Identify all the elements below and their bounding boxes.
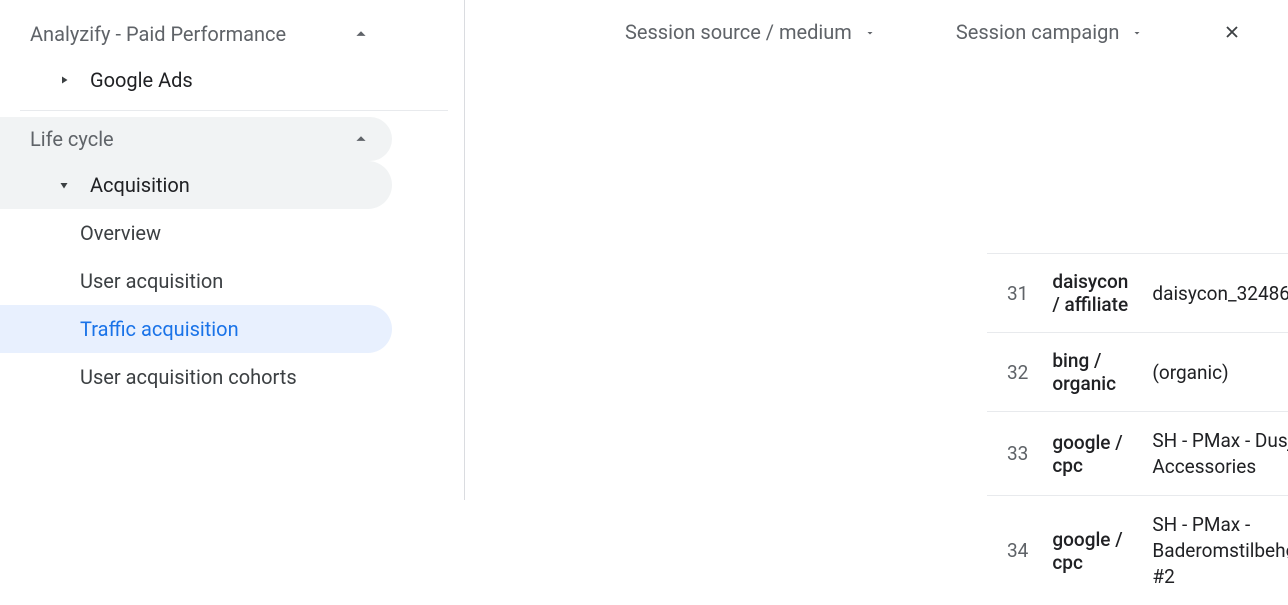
caret-right-icon: [56, 74, 72, 86]
row-number: 33: [987, 412, 1040, 496]
data-table: 31 daisycon / affiliate daisycon_324867 …: [987, 253, 1288, 605]
table-row[interactable]: 32 bing / organic (organic): [987, 333, 1288, 412]
section-analyzify-label: Analyzify - Paid Performance: [30, 22, 286, 46]
nav-overview-label: Overview: [80, 221, 161, 245]
row-number: 34: [987, 496, 1040, 605]
table-row[interactable]: 34 google / cpc SH - PMax - Baderomstilb…: [987, 496, 1288, 605]
secondary-dimension-dropdown[interactable]: Session campaign: [956, 20, 1144, 44]
sidebar: Analyzify - Paid Performance Google Ads …: [0, 0, 465, 500]
row-number: 31: [987, 254, 1040, 333]
caret-down-icon: [864, 20, 876, 44]
nav-user-acquisition-label: User acquisition: [80, 269, 223, 293]
table-row[interactable]: 33 google / cpc SH - PMax - Dusj Accesso…: [987, 412, 1288, 496]
nav-google-ads-label: Google Ads: [90, 68, 193, 92]
nav-user-acquisition-cohorts-label: User acquisition cohorts: [80, 365, 297, 389]
dimension-bar: Session source / medium Session campaign: [525, 0, 1288, 64]
close-icon[interactable]: [1222, 22, 1242, 42]
row-source: daisycon / affiliate: [1040, 254, 1140, 333]
chevron-up-icon: [350, 128, 372, 150]
row-source: bing / organic: [1040, 333, 1140, 412]
chevron-up-icon: [350, 23, 372, 45]
row-campaign: SH - PMax - Baderomstilbehør #2: [1140, 496, 1288, 605]
caret-down-icon: [1131, 20, 1143, 44]
nav-acquisition-label: Acquisition: [90, 173, 190, 197]
nav-user-acquisition[interactable]: User acquisition: [0, 257, 392, 305]
row-source: google / cpc: [1040, 496, 1140, 605]
nav-traffic-acquisition-label: Traffic acquisition: [80, 317, 239, 341]
nav-user-acquisition-cohorts[interactable]: User acquisition cohorts: [0, 353, 392, 401]
row-campaign: daisycon_324867: [1140, 254, 1288, 333]
divider: [20, 110, 448, 111]
row-campaign: (organic): [1140, 333, 1288, 412]
section-life-cycle[interactable]: Life cycle: [0, 117, 392, 161]
nav-traffic-acquisition[interactable]: Traffic acquisition: [0, 305, 392, 353]
section-life-cycle-label: Life cycle: [30, 127, 114, 151]
nav-google-ads[interactable]: Google Ads: [0, 56, 392, 104]
nav-overview[interactable]: Overview: [0, 209, 392, 257]
primary-dimension-dropdown[interactable]: Session source / medium: [625, 20, 876, 44]
caret-down-icon: [56, 179, 72, 191]
row-number: 32: [987, 333, 1040, 412]
secondary-dimension-label: Session campaign: [956, 20, 1120, 44]
row-source: google / cpc: [1040, 412, 1140, 496]
primary-dimension-label: Session source / medium: [625, 20, 852, 44]
section-analyzify[interactable]: Analyzify - Paid Performance: [0, 12, 392, 56]
row-campaign: SH - PMax - Dusj Accessories: [1140, 412, 1288, 496]
nav-acquisition[interactable]: Acquisition: [0, 161, 392, 209]
main-content: Session source / medium Session campaign…: [465, 0, 1288, 500]
table-row[interactable]: 31 daisycon / affiliate daisycon_324867: [987, 254, 1288, 333]
